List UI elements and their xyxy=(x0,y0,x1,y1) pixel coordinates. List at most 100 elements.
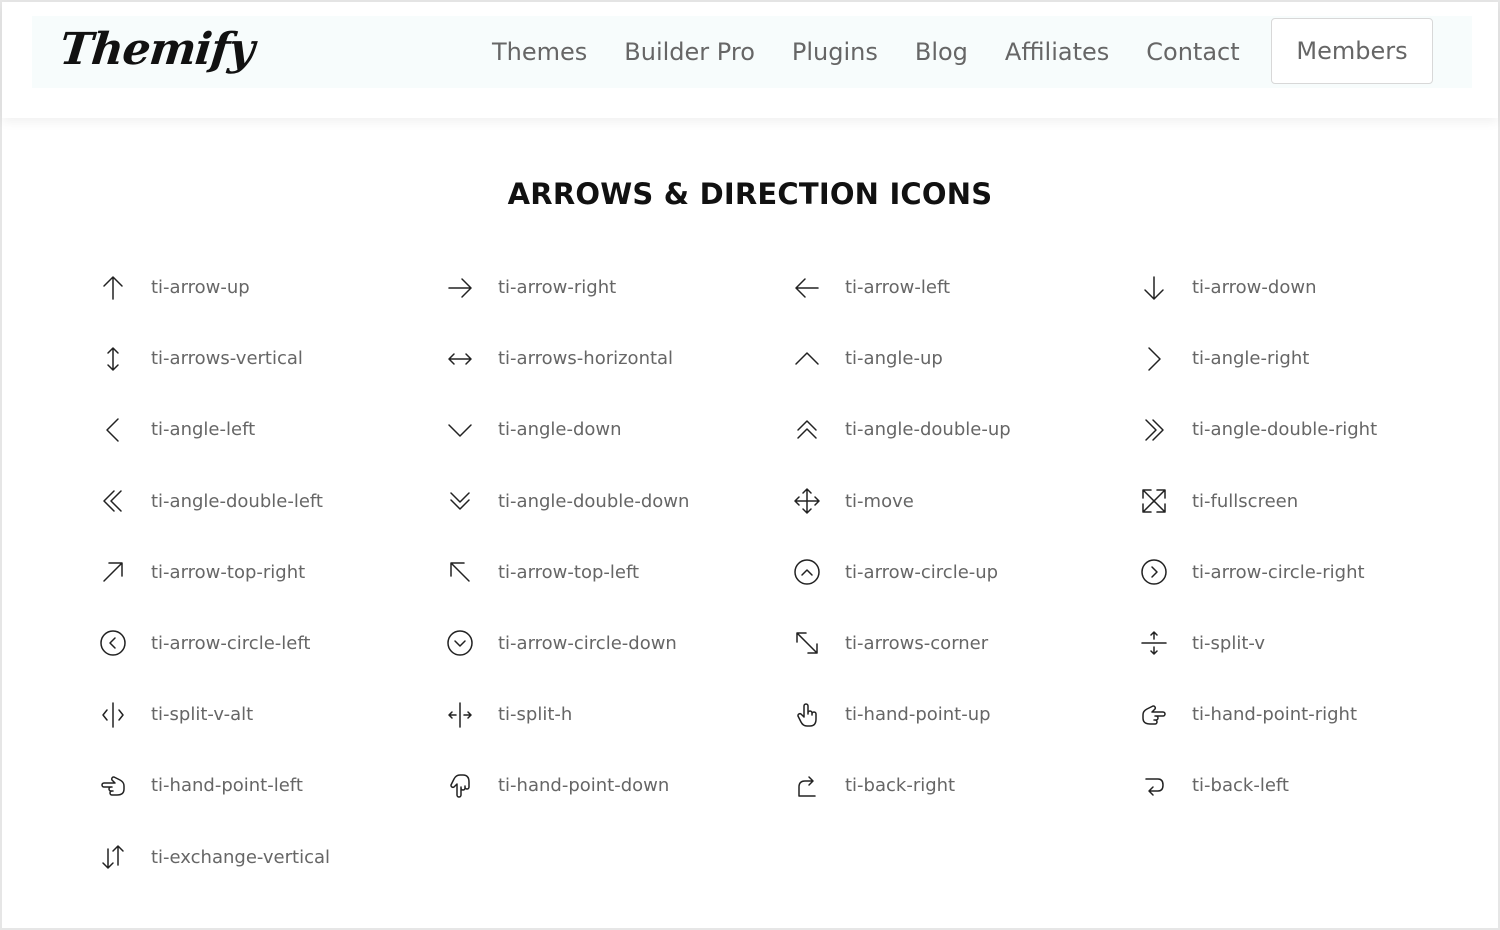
icon-list-item: ti-back-left xyxy=(1136,750,1483,821)
icon-list-item: ti-arrow-circle-down xyxy=(442,608,789,679)
icon-label: ti-split-v-alt xyxy=(151,704,254,726)
icon-label: ti-arrow-circle-up xyxy=(845,561,999,583)
hand-point-left-icon xyxy=(95,768,131,804)
hand-point-up-icon xyxy=(789,697,825,733)
icon-list-item: ti-split-h xyxy=(442,679,789,750)
angle-double-right-icon xyxy=(1136,412,1172,448)
arrow-up-icon xyxy=(95,270,131,306)
angle-double-down-icon xyxy=(442,483,478,519)
icon-label: ti-arrows-corner xyxy=(845,632,989,654)
nav-item-contact[interactable]: Contact xyxy=(1146,38,1239,66)
angle-left-icon xyxy=(95,412,131,448)
icon-list-item: ti-angle-up xyxy=(789,323,1136,394)
icon-label: ti-hand-point-up xyxy=(845,704,991,726)
icon-label: ti-split-v xyxy=(1192,632,1266,654)
icon-label: ti-angle-left xyxy=(151,419,256,441)
angle-double-left-icon xyxy=(95,483,131,519)
icon-label: ti-arrow-top-right xyxy=(151,561,306,583)
arrow-circle-right-icon xyxy=(1136,554,1172,590)
fullscreen-icon xyxy=(1136,483,1172,519)
nav-item-plugins[interactable]: Plugins xyxy=(792,38,878,66)
icon-list-item: ti-back-right xyxy=(789,750,1136,821)
icon-list-item: ti-arrow-up xyxy=(95,252,442,323)
icon-label: ti-hand-point-left xyxy=(151,775,303,797)
hand-point-down-icon xyxy=(442,768,478,804)
arrow-circle-left-icon xyxy=(95,625,131,661)
icon-list-item: ti-arrow-top-left xyxy=(442,537,789,608)
icon-label: ti-fullscreen xyxy=(1192,490,1299,512)
icon-grid: ti-arrow-up ti-arrow-right ti-arrow-left ti… xyxy=(95,252,1485,893)
icon-list-item: ti-angle-double-down xyxy=(442,466,789,537)
page-frame: Themify Themes Builder Pro Plugins Blog … xyxy=(0,0,1500,930)
back-left-icon xyxy=(1136,768,1172,804)
split-v-icon xyxy=(1136,625,1172,661)
section-title: ARROWS & DIRECTION ICONS xyxy=(507,177,993,211)
angle-double-up-icon xyxy=(789,412,825,448)
icon-label: ti-split-h xyxy=(498,704,573,726)
main-nav: Themes Builder Pro Plugins Blog Affiliat… xyxy=(492,16,1277,88)
angle-down-icon xyxy=(442,412,478,448)
nav-item-builder-pro[interactable]: Builder Pro xyxy=(624,38,755,66)
icon-list-item: ti-hand-point-left xyxy=(95,750,442,821)
arrow-top-left-icon xyxy=(442,554,478,590)
icon-list-item: ti-arrow-right xyxy=(442,252,789,323)
arrow-left-icon xyxy=(789,270,825,306)
icon-list-item: ti-angle-right xyxy=(1136,323,1483,394)
nav-item-themes[interactable]: Themes xyxy=(492,38,587,66)
arrow-right-icon xyxy=(442,270,478,306)
icon-label: ti-angle-double-down xyxy=(498,490,690,512)
icon-label: ti-angle-double-right xyxy=(1192,419,1378,441)
icon-label: ti-angle-down xyxy=(498,419,622,441)
icon-list-item: ti-angle-down xyxy=(442,394,789,465)
icon-label: ti-arrow-circle-left xyxy=(151,632,311,654)
icon-list-item: ti-arrow-circle-up xyxy=(789,537,1136,608)
icon-label: ti-hand-point-down xyxy=(498,775,670,797)
icon-label: ti-angle-right xyxy=(1192,348,1310,370)
icon-list-item: ti-fullscreen xyxy=(1136,466,1483,537)
themify-logo[interactable]: Themify xyxy=(57,24,256,75)
angle-right-icon xyxy=(1136,341,1172,377)
icon-list-item: ti-arrow-circle-right xyxy=(1136,537,1483,608)
icon-list-item: ti-exchange-vertical xyxy=(95,822,442,893)
members-button[interactable]: Members xyxy=(1271,18,1433,84)
icon-list-item: ti-hand-point-down xyxy=(442,750,789,821)
icon-label: ti-arrow-circle-down xyxy=(498,632,677,654)
icon-label: ti-arrow-left xyxy=(845,277,951,298)
icon-label: ti-arrow-up xyxy=(151,277,250,298)
exchange-vertical-icon xyxy=(95,839,131,875)
icon-label: ti-exchange-vertical xyxy=(151,846,331,868)
icon-list-item: ti-split-v xyxy=(1136,608,1483,679)
icon-label: ti-angle-double-left xyxy=(151,490,323,512)
icon-list-item: ti-arrow-down xyxy=(1136,252,1483,323)
header-bar: Themify Themes Builder Pro Plugins Blog … xyxy=(32,16,1472,88)
nav-item-blog[interactable]: Blog xyxy=(915,38,968,66)
icon-list-item: ti-arrow-circle-left xyxy=(95,608,442,679)
back-right-icon xyxy=(789,768,825,804)
split-h-icon xyxy=(442,697,478,733)
icon-list-item: ti-arrow-left xyxy=(789,252,1136,323)
icon-label: ti-move xyxy=(845,490,914,512)
nav-item-affiliates[interactable]: Affiliates xyxy=(1005,38,1109,66)
icon-label: ti-arrow-down xyxy=(1192,277,1317,298)
icon-list-item: ti-hand-point-up xyxy=(789,679,1136,750)
split-v-alt-icon xyxy=(95,697,131,733)
angle-up-icon xyxy=(789,341,825,377)
icon-label: ti-arrows-horizontal xyxy=(498,348,674,370)
icon-list-item: ti-angle-double-left xyxy=(95,466,442,537)
move-icon xyxy=(789,483,825,519)
icon-label: ti-hand-point-right xyxy=(1192,704,1358,726)
arrow-circle-down-icon xyxy=(442,625,478,661)
hand-point-right-icon xyxy=(1136,697,1172,733)
arrow-circle-up-icon xyxy=(789,554,825,590)
icon-list-item: ti-arrows-horizontal xyxy=(442,323,789,394)
icon-label: ti-angle-up xyxy=(845,348,943,370)
icon-list-item: ti-angle-double-up xyxy=(789,394,1136,465)
icon-label: ti-back-left xyxy=(1192,775,1289,797)
icon-label: ti-arrows-vertical xyxy=(151,348,303,370)
icon-list-item: ti-arrows-vertical xyxy=(95,323,442,394)
icon-list-item: ti-move xyxy=(789,466,1136,537)
icon-list-item: ti-angle-double-right xyxy=(1136,394,1483,465)
icon-list-item: ti-arrows-corner xyxy=(789,608,1136,679)
site-header: Themify Themes Builder Pro Plugins Blog … xyxy=(2,2,1498,118)
icon-label: ti-angle-double-up xyxy=(845,419,1011,441)
